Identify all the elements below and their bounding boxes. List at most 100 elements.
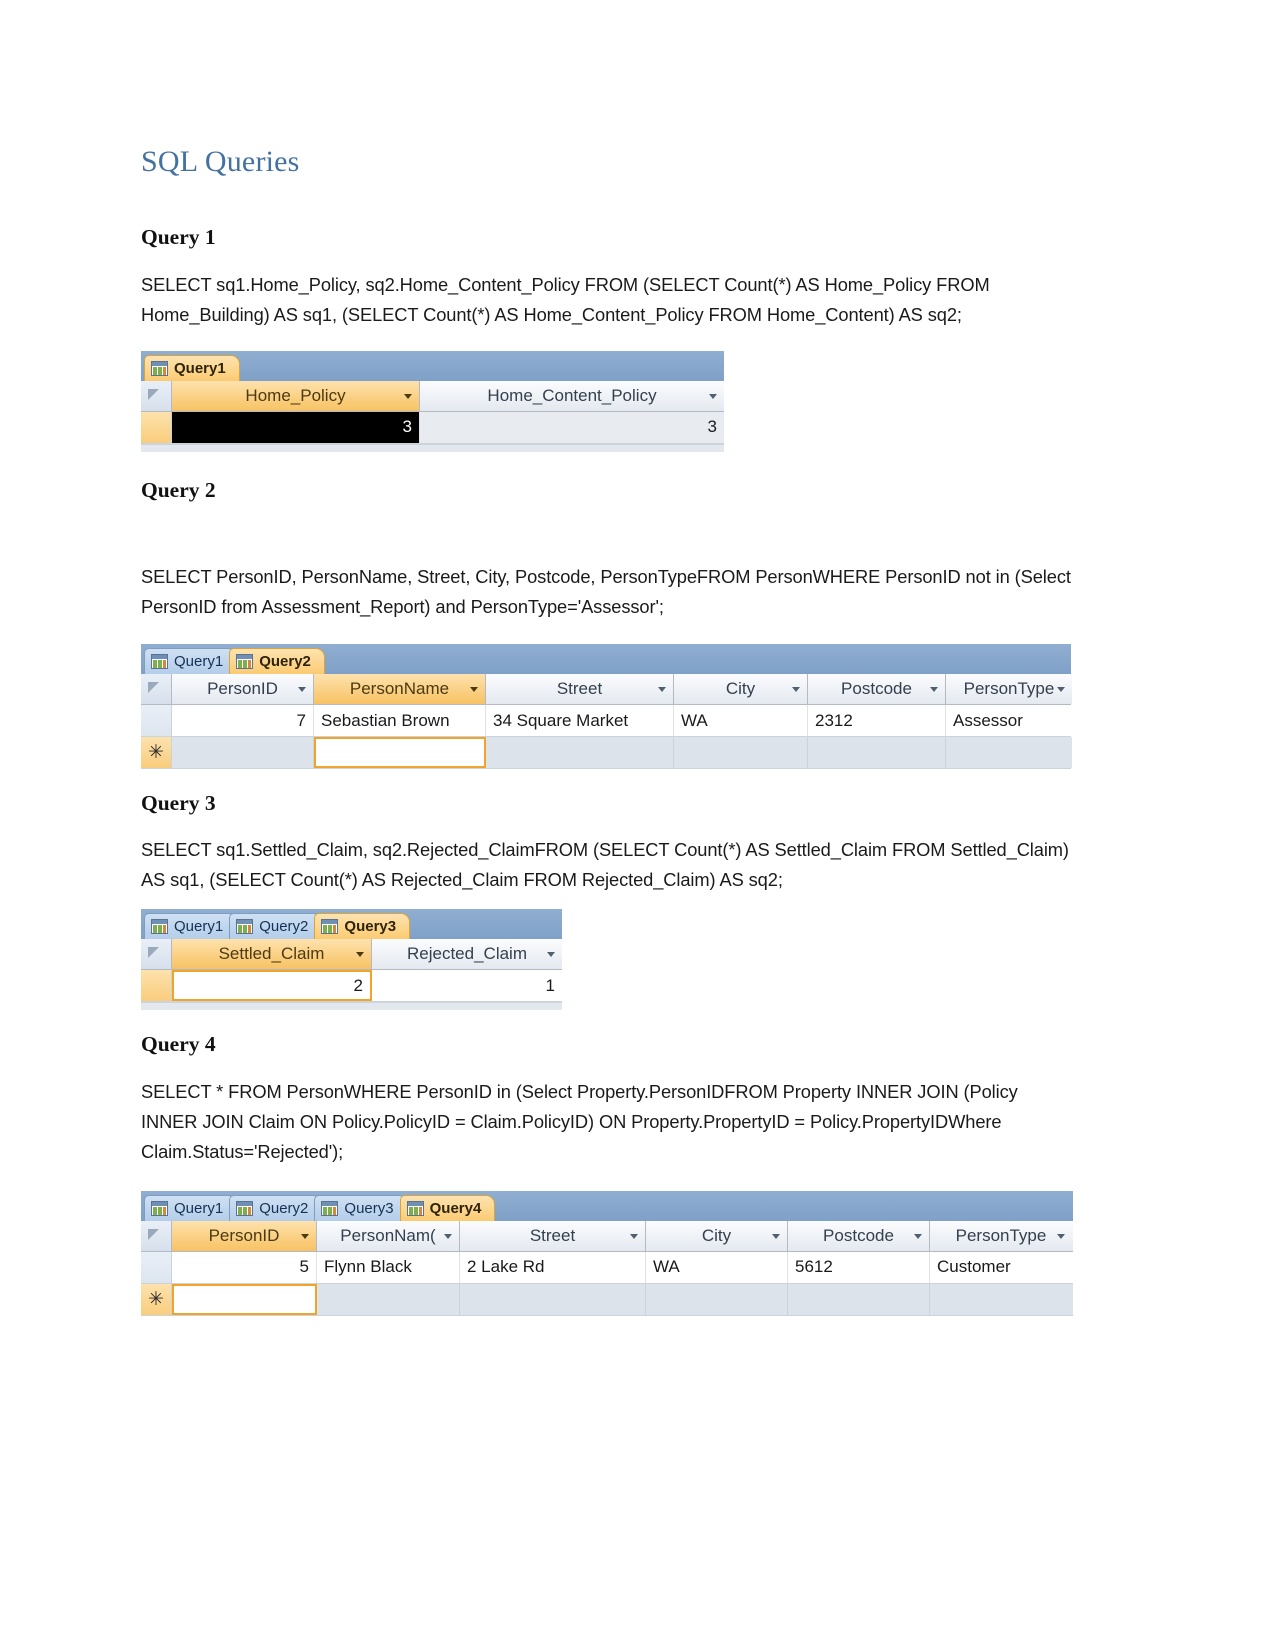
cell-settled-claim[interactable]: 2 — [172, 970, 372, 1002]
cell-street[interactable]: 34 Square Market — [486, 705, 674, 737]
table-row[interactable]: 3 3 — [141, 411, 724, 444]
cell-postcode[interactable]: 2312 — [808, 705, 946, 737]
column-header-personname[interactable]: PersonNam( — [317, 1220, 460, 1251]
column-header-rejected-claim[interactable]: Rejected_Claim — [372, 939, 562, 970]
chevron-down-icon[interactable] — [792, 687, 800, 693]
select-all-corner[interactable] — [141, 380, 172, 411]
cell-personname[interactable]: Flynn Black — [317, 1251, 460, 1283]
cell-persontype[interactable]: Assessor — [946, 705, 1072, 736]
table-row[interactable]: 5 Flynn Black 2 Lake Rd WA 5612 Customer — [141, 1251, 1073, 1284]
chevron-down-icon[interactable] — [547, 952, 555, 958]
new-record-row[interactable]: ✳ — [141, 1283, 1073, 1316]
new-cell-personid[interactable] — [172, 737, 314, 769]
column-header-street[interactable]: Street — [486, 674, 674, 705]
cell-persontype[interactable]: Customer — [930, 1252, 1072, 1283]
cell-city[interactable]: WA — [674, 705, 808, 737]
row-selector[interactable] — [141, 705, 172, 737]
cell-personid[interactable]: 5 — [172, 1251, 317, 1283]
new-cell-city[interactable] — [646, 1283, 788, 1315]
tab-query3[interactable]: Query3 — [314, 913, 411, 940]
column-header-personid[interactable]: PersonID — [172, 1220, 317, 1251]
column-header-home-content-policy[interactable]: Home_Content_Policy — [420, 380, 724, 411]
access-datasheet-query1: Query1 Home_Policy Home_Content_Policy 3… — [141, 350, 724, 452]
new-record-row[interactable]: ✳ — [141, 737, 1072, 770]
chevron-down-icon[interactable] — [930, 687, 938, 693]
new-cell-street[interactable] — [486, 737, 674, 769]
column-header-city[interactable]: City — [646, 1220, 788, 1251]
cell-home-content-policy[interactable]: 3 — [420, 411, 724, 443]
tab-query1[interactable]: Query1 — [144, 913, 238, 940]
column-header-label: PersonType — [963, 679, 1055, 699]
chevron-down-icon[interactable] — [658, 687, 666, 693]
chevron-down-icon[interactable] — [444, 1233, 452, 1239]
column-header-personname[interactable]: PersonName — [314, 674, 486, 705]
column-header-home-policy[interactable]: Home_Policy — [172, 380, 420, 411]
chevron-down-icon[interactable] — [1057, 687, 1065, 693]
chevron-down-icon[interactable] — [301, 1233, 309, 1239]
column-header-street[interactable]: Street — [460, 1220, 646, 1251]
chevron-down-icon[interactable] — [1057, 1233, 1065, 1239]
column-header-postcode[interactable]: Postcode — [808, 674, 946, 705]
tab-query3[interactable]: Query3 — [314, 1194, 408, 1221]
new-cell-persontype[interactable] — [930, 1283, 1072, 1315]
tab-label: Query3 — [344, 1199, 394, 1217]
new-cell-street[interactable] — [460, 1283, 646, 1315]
select-all-corner[interactable] — [141, 674, 172, 705]
new-cell-personname[interactable] — [317, 1283, 460, 1315]
new-cell-postcode[interactable] — [808, 737, 946, 769]
new-cell-personname[interactable] — [314, 737, 486, 769]
access-datasheet-query4: Query1 Query2 Query3 Query4 PersonID Per… — [141, 1190, 1073, 1316]
datasheet-tabbar: Query1 Query2 — [141, 644, 1071, 675]
select-all-corner[interactable] — [141, 939, 172, 970]
new-record-asterisk-icon[interactable]: ✳ — [141, 737, 172, 769]
chevron-down-icon[interactable] — [709, 393, 717, 399]
row-selector[interactable] — [141, 970, 172, 1002]
column-header-label: City — [701, 1225, 732, 1245]
chevron-down-icon[interactable] — [404, 393, 412, 399]
cell-personname[interactable]: Sebastian Brown — [314, 705, 486, 737]
query-4-heading: Query 4 — [141, 1032, 216, 1057]
tab-query2[interactable]: Query2 — [229, 1194, 323, 1221]
table-row[interactable]: 7 Sebastian Brown 34 Square Market WA 23… — [141, 705, 1072, 738]
cell-personid[interactable]: 7 — [172, 705, 314, 737]
column-header-personid[interactable]: PersonID — [172, 674, 314, 705]
column-header-persontype[interactable]: PersonType — [930, 1220, 1072, 1251]
chevron-down-icon[interactable] — [630, 1233, 638, 1239]
new-cell-personid[interactable] — [172, 1283, 317, 1315]
column-header-row: Settled_Claim Rejected_Claim — [141, 939, 562, 971]
tab-query2[interactable]: Query2 — [229, 648, 325, 675]
chevron-down-icon[interactable] — [298, 687, 306, 693]
row-selector[interactable] — [141, 411, 172, 443]
chevron-down-icon[interactable] — [356, 952, 364, 958]
row-selector[interactable] — [141, 1251, 172, 1283]
tab-label: Query1 — [174, 918, 224, 936]
new-record-asterisk-icon[interactable]: ✳ — [141, 1283, 172, 1315]
tab-query2[interactable]: Query2 — [229, 913, 323, 940]
cell-city[interactable]: WA — [646, 1251, 788, 1283]
new-cell-postcode[interactable] — [788, 1283, 930, 1315]
query-icon — [236, 919, 254, 935]
query-2-sql: SELECT PersonID, PersonName, Street, Cit… — [141, 566, 1071, 618]
chevron-down-icon[interactable] — [772, 1233, 780, 1239]
tab-query1[interactable]: Query1 — [144, 648, 238, 675]
chevron-down-icon[interactable] — [470, 687, 478, 693]
column-header-label: Postcode — [841, 679, 912, 699]
cell-rejected-claim[interactable]: 1 — [372, 970, 562, 1001]
cell-street[interactable]: 2 Lake Rd — [460, 1251, 646, 1283]
column-header-persontype[interactable]: PersonType — [946, 674, 1072, 705]
column-header-city[interactable]: City — [674, 674, 808, 705]
tab-query1[interactable]: Query1 — [144, 1194, 238, 1221]
cell-home-policy[interactable]: 3 — [172, 411, 420, 443]
column-header-postcode[interactable]: Postcode — [788, 1220, 930, 1251]
tab-query1[interactable]: Query1 — [144, 354, 240, 381]
select-all-corner[interactable] — [141, 1220, 172, 1251]
new-cell-city[interactable] — [674, 737, 808, 769]
column-header-label: PersonID — [207, 679, 278, 699]
cell-postcode[interactable]: 5612 — [788, 1251, 930, 1283]
column-header-settled-claim[interactable]: Settled_Claim — [172, 939, 372, 970]
chevron-down-icon[interactable] — [914, 1233, 922, 1239]
tab-label: Query1 — [174, 653, 224, 671]
tab-query4[interactable]: Query4 — [399, 1194, 496, 1221]
new-cell-persontype[interactable] — [946, 737, 1072, 769]
table-row[interactable]: 2 1 — [141, 970, 562, 1003]
